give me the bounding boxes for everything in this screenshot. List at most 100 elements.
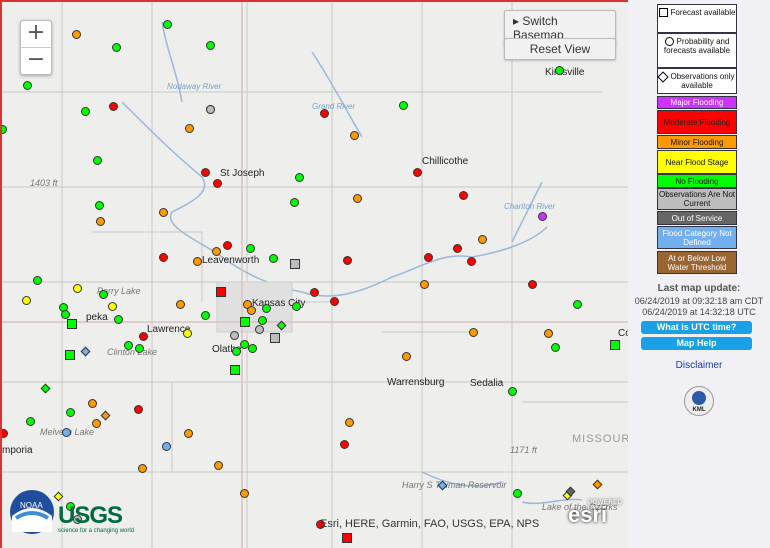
gauge-marker[interactable]: [193, 257, 202, 266]
gauge-marker[interactable]: [270, 333, 280, 343]
gauge-marker[interactable]: [353, 194, 362, 203]
gauge-marker[interactable]: [292, 302, 301, 311]
kml-icon[interactable]: KML: [684, 386, 714, 416]
gauge-marker[interactable]: [269, 254, 278, 263]
gauge-marker[interactable]: [342, 533, 352, 543]
gauge-marker[interactable]: [230, 365, 240, 375]
gauge-marker[interactable]: [413, 168, 422, 177]
gauge-marker[interactable]: [138, 464, 147, 473]
gauge-marker[interactable]: [258, 316, 267, 325]
gauge-marker[interactable]: [213, 179, 222, 188]
gauge-marker[interactable]: [66, 408, 75, 417]
gauge-marker[interactable]: [345, 418, 354, 427]
gauge-marker[interactable]: [26, 417, 35, 426]
gauge-marker[interactable]: [159, 253, 168, 262]
gauge-marker[interactable]: [610, 340, 620, 350]
gauge-marker[interactable]: [340, 440, 349, 449]
gauge-marker[interactable]: [112, 43, 121, 52]
gauge-marker[interactable]: [134, 405, 143, 414]
gauge-marker[interactable]: [230, 331, 239, 340]
gauge-marker[interactable]: [573, 300, 582, 309]
gauge-marker[interactable]: [513, 489, 522, 498]
gauge-marker[interactable]: [201, 168, 210, 177]
gauge-marker[interactable]: [99, 290, 108, 299]
gauge-marker[interactable]: [139, 332, 148, 341]
gauge-marker[interactable]: [163, 20, 172, 29]
gauge-marker[interactable]: [212, 247, 221, 256]
gauge-marker[interactable]: [478, 235, 487, 244]
zoom-in-button[interactable]: +: [21, 21, 51, 47]
gauge-marker[interactable]: [135, 344, 144, 353]
gauge-marker[interactable]: [206, 41, 215, 50]
gauge-marker[interactable]: [469, 328, 478, 337]
gauge-marker[interactable]: [114, 315, 123, 324]
gauge-marker[interactable]: [201, 311, 210, 320]
disclaimer-link[interactable]: Disclaimer: [628, 360, 770, 371]
gauge-marker[interactable]: [62, 428, 71, 437]
gauge-marker[interactable]: [185, 124, 194, 133]
gauge-marker[interactable]: [162, 442, 171, 451]
gauge-marker[interactable]: [184, 429, 193, 438]
gauge-marker[interactable]: [330, 297, 339, 306]
gauge-marker[interactable]: [93, 156, 102, 165]
gauge-marker[interactable]: [95, 201, 104, 210]
gauge-marker[interactable]: [72, 30, 81, 39]
gauge-marker[interactable]: [262, 304, 271, 313]
gauge-marker[interactable]: [248, 344, 257, 353]
gauge-marker[interactable]: [551, 343, 560, 352]
gauge-marker[interactable]: [459, 191, 468, 200]
gauge-marker[interactable]: [467, 257, 476, 266]
gauge-marker[interactable]: [108, 302, 117, 311]
gauge-marker[interactable]: [343, 256, 352, 265]
gauge-marker[interactable]: [255, 325, 264, 334]
gauge-marker[interactable]: [61, 310, 70, 319]
gauge-marker[interactable]: [73, 284, 82, 293]
utc-help-button[interactable]: What is UTC time?: [641, 321, 752, 334]
gauge-marker[interactable]: [290, 259, 300, 269]
gauge-marker[interactable]: [67, 319, 77, 329]
gauge-marker[interactable]: [402, 352, 411, 361]
gauge-marker[interactable]: [508, 387, 517, 396]
gauge-marker[interactable]: [424, 253, 433, 262]
gauge-marker[interactable]: [206, 105, 215, 114]
gauge-marker[interactable]: [214, 461, 223, 470]
gauge-marker[interactable]: [453, 244, 462, 253]
gauge-marker[interactable]: [544, 329, 553, 338]
gauge-marker[interactable]: [96, 217, 105, 226]
gauge-marker[interactable]: [240, 317, 250, 327]
gauge-marker[interactable]: [223, 241, 232, 250]
gauge-marker[interactable]: [232, 347, 241, 356]
map-help-button[interactable]: Map Help: [641, 337, 752, 350]
legend-item: Observations Are Not Current: [657, 188, 737, 210]
gauge-marker[interactable]: [159, 208, 168, 217]
gauge-marker[interactable]: [555, 66, 564, 75]
gauge-marker[interactable]: [320, 109, 329, 118]
gauge-marker[interactable]: [216, 287, 226, 297]
gauge-marker[interactable]: [183, 329, 192, 338]
gauge-marker[interactable]: [240, 489, 249, 498]
gauge-marker[interactable]: [246, 244, 255, 253]
gauge-marker[interactable]: [81, 107, 90, 116]
gauge-marker[interactable]: [33, 276, 42, 285]
gauge-marker[interactable]: [88, 399, 97, 408]
reset-view-button[interactable]: Reset View: [504, 38, 616, 60]
gauge-marker[interactable]: [109, 102, 118, 111]
zoom-out-button[interactable]: −: [21, 47, 51, 74]
gauge-marker[interactable]: [247, 306, 256, 315]
gauge-marker[interactable]: [538, 212, 547, 221]
gauge-marker[interactable]: [350, 131, 359, 140]
gauge-marker[interactable]: [399, 101, 408, 110]
gauge-marker[interactable]: [290, 198, 299, 207]
gauge-marker[interactable]: [124, 341, 133, 350]
gauge-marker[interactable]: [310, 288, 319, 297]
gauge-marker[interactable]: [23, 81, 32, 90]
gauge-marker[interactable]: [92, 419, 101, 428]
map-view[interactable]: St Joseph Leavenworth Kansas City Lawren…: [0, 0, 628, 548]
gauge-marker[interactable]: [420, 280, 429, 289]
gauge-marker[interactable]: [528, 280, 537, 289]
gauge-marker[interactable]: [65, 350, 75, 360]
legend-observations-label: Observations only available: [670, 72, 735, 90]
gauge-marker[interactable]: [176, 300, 185, 309]
gauge-marker[interactable]: [295, 173, 304, 182]
gauge-marker[interactable]: [22, 296, 31, 305]
